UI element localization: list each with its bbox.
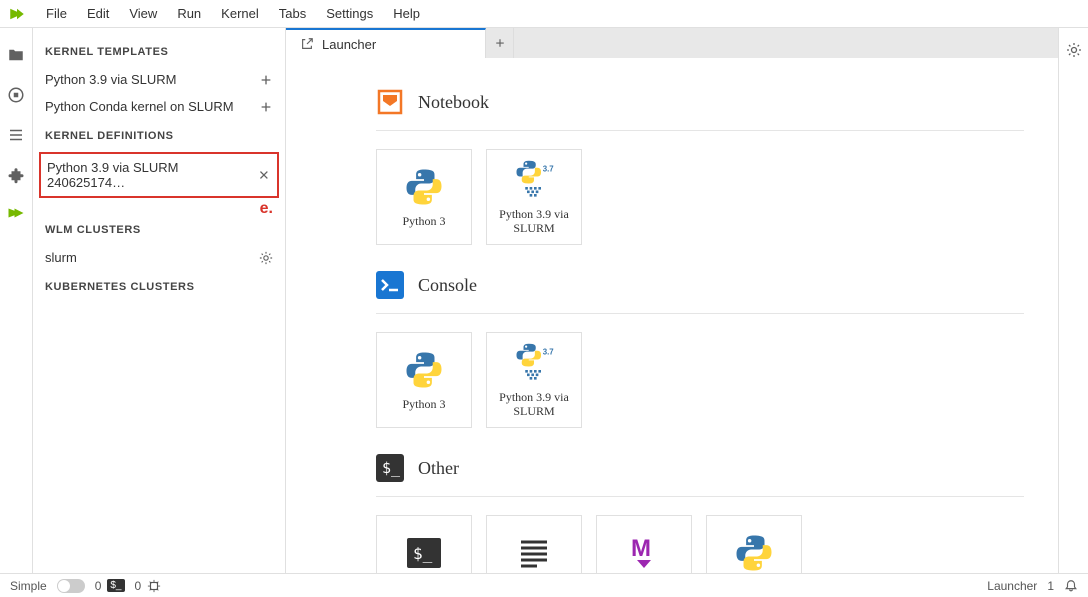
gear-icon[interactable] <box>259 251 273 265</box>
textfile-icon <box>513 532 555 573</box>
definition-label: Python 3.9 via SLURM 240625174… <box>47 160 257 190</box>
console-section-icon <box>376 271 404 299</box>
menu-view[interactable]: View <box>119 2 167 25</box>
plus-icon[interactable] <box>259 100 273 114</box>
launcher-card-notebook-python3[interactable]: Python 3 <box>376 149 472 245</box>
launcher-card-textfile[interactable]: Text File <box>486 515 582 573</box>
section-header-definitions: KERNEL DEFINITIONS <box>33 120 285 150</box>
tab-label: Launcher <box>322 37 376 52</box>
python-slurm-icon: 3.7 <box>513 342 555 384</box>
menu-tabs[interactable]: Tabs <box>269 2 316 25</box>
definition-highlighted: Python 3.9 via SLURM 240625174… e. <box>39 152 279 198</box>
status-simple-label: Simple <box>10 579 47 593</box>
plus-icon <box>494 37 506 49</box>
notebook-section-icon <box>376 88 404 116</box>
python-icon <box>403 349 445 391</box>
status-right-label: Launcher <box>987 579 1037 593</box>
launcher-card-pythonfile[interactable]: Python File <box>706 515 802 573</box>
terminal-icon: $_ <box>403 532 445 573</box>
section-header-kube: KUBERNETES CLUSTERS <box>33 271 285 301</box>
chip-icon <box>147 579 161 593</box>
launcher-section-console: Console Python 3 <box>376 271 1048 428</box>
launcher-card-markdown[interactable]: M Markdown File <box>596 515 692 573</box>
python-slurm-icon: 3.7 <box>513 159 555 201</box>
card-label: Python 3 <box>402 397 445 411</box>
close-icon[interactable] <box>257 168 271 182</box>
launcher-card-terminal[interactable]: $_ Terminal <box>376 515 472 573</box>
tab-strip: Launcher <box>286 28 1058 58</box>
card-label: Python 3.9 via SLURM <box>493 207 575 236</box>
status-bar: Simple 0 $_ 0 Launcher 1 <box>0 573 1088 597</box>
python-icon <box>403 166 445 208</box>
menu-settings[interactable]: Settings <box>316 2 383 25</box>
svg-text:$_: $_ <box>413 544 433 563</box>
section-header-templates: KERNEL TEMPLATES <box>33 36 285 66</box>
launcher-card-notebook-slurm[interactable]: 3.7 Python 3.9 via SLURM <box>486 149 582 245</box>
sidebar: KERNEL TEMPLATES Python 3.9 via SLURM Py… <box>33 28 286 573</box>
section-divider <box>376 130 1024 131</box>
section-divider <box>376 496 1024 497</box>
main-middle: KERNEL TEMPLATES Python 3.9 via SLURM Py… <box>0 28 1088 573</box>
status-right-count: 1 <box>1047 579 1054 593</box>
section-divider <box>376 313 1024 314</box>
main-area: Launcher Notebook <box>286 28 1058 573</box>
python-icon <box>733 532 775 573</box>
menu-help[interactable]: Help <box>383 2 430 25</box>
launcher-body[interactable]: Notebook Python 3 <box>286 58 1058 573</box>
wlm-cluster-item[interactable]: slurm <box>33 244 285 271</box>
status-kernels[interactable]: 0 <box>135 579 162 593</box>
svg-text:$_: $_ <box>382 459 401 477</box>
menu-edit[interactable]: Edit <box>77 2 119 25</box>
tabstrip-fill <box>514 28 1058 58</box>
other-section-icon: $_ <box>376 454 404 482</box>
launcher-section-other: $_ Other $_ Terminal <box>376 454 1048 573</box>
svg-text:M: M <box>631 535 651 562</box>
bell-icon[interactable] <box>1064 579 1078 593</box>
template-item[interactable]: Python Conda kernel on SLURM <box>33 93 285 120</box>
terminal-badge-icon: $_ <box>107 579 124 592</box>
launcher-card-console-python3[interactable]: Python 3 <box>376 332 472 428</box>
section-header-wlm: WLM CLUSTERS <box>33 214 285 244</box>
card-label: Python 3 <box>402 214 445 228</box>
template-label: Python Conda kernel on SLURM <box>45 99 234 114</box>
toc-icon[interactable] <box>7 126 25 144</box>
template-item[interactable]: Python 3.9 via SLURM <box>33 66 285 93</box>
section-title-other: Other <box>418 458 459 479</box>
add-tab-button[interactable] <box>486 28 514 58</box>
section-title-notebook: Notebook <box>418 92 489 113</box>
menu-kernel[interactable]: Kernel <box>211 2 269 25</box>
folder-icon[interactable] <box>7 46 25 64</box>
status-count: 0 <box>95 579 102 593</box>
activity-bar <box>0 28 33 573</box>
svg-text:3.7: 3.7 <box>543 347 555 356</box>
status-terminals[interactable]: 0 $_ <box>95 579 125 593</box>
definition-item[interactable]: Python 3.9 via SLURM 240625174… <box>47 160 271 190</box>
tab-launcher[interactable]: Launcher <box>286 28 486 58</box>
card-label: Python 3.9 via SLURM <box>493 390 575 419</box>
nvidia-logo <box>8 5 26 23</box>
stop-circle-icon[interactable] <box>7 86 25 104</box>
nvidia-small-icon[interactable] <box>7 206 25 220</box>
launcher-section-notebook: Notebook Python 3 <box>376 88 1048 245</box>
section-title-console: Console <box>418 275 477 296</box>
menu-file[interactable]: File <box>36 2 77 25</box>
simple-mode-toggle[interactable] <box>57 579 85 593</box>
menu-run[interactable]: Run <box>167 2 211 25</box>
svg-text:3.7: 3.7 <box>543 164 555 173</box>
markdown-icon: M <box>623 532 665 573</box>
external-link-icon <box>300 37 314 51</box>
menubar: File Edit View Run Kernel Tabs Settings … <box>0 0 1088 28</box>
wlm-cluster-label: slurm <box>45 250 77 265</box>
template-label: Python 3.9 via SLURM <box>45 72 177 87</box>
right-gutter <box>1058 28 1088 573</box>
annotation-label: e. <box>260 200 273 218</box>
plus-icon[interactable] <box>259 73 273 87</box>
extension-icon[interactable] <box>7 166 25 184</box>
status-count: 0 <box>135 579 142 593</box>
settings-gear-icon[interactable] <box>1066 42 1082 58</box>
launcher-card-console-slurm[interactable]: 3.7 Python 3.9 via SLURM <box>486 332 582 428</box>
